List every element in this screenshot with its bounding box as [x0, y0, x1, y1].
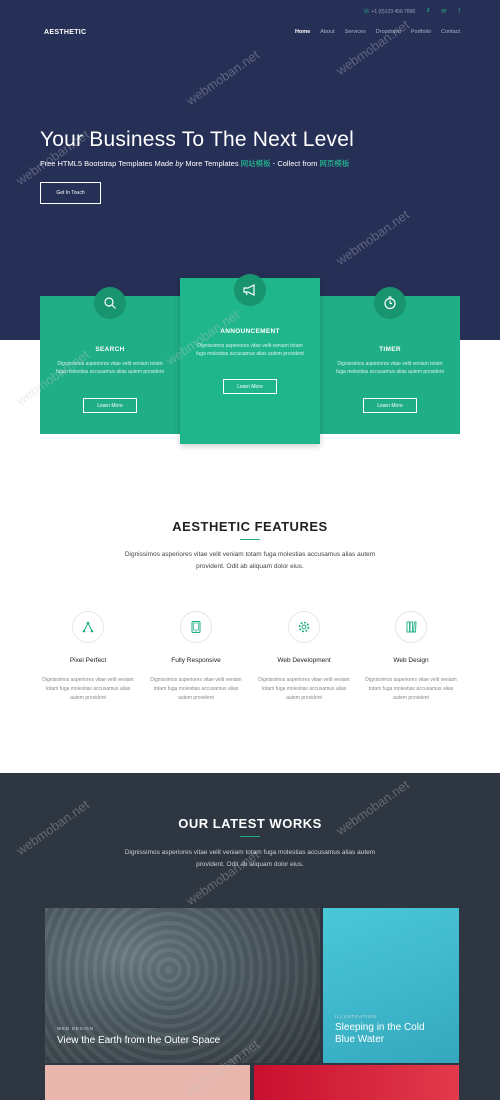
- nav-item-services[interactable]: Services: [345, 29, 366, 35]
- card-title: ANNOUNCEMENT: [220, 328, 280, 335]
- feature-name: Web Development: [277, 657, 331, 664]
- service-card-timer: TIMER Dignissimos asperiores vitae velit…: [320, 287, 460, 434]
- feature-web-development: Web Development Dignissimos asperiores v…: [254, 611, 354, 703]
- feature-description: Dignissimos asperiores vitae velit venia…: [365, 677, 457, 701]
- facebook-icon[interactable]: f: [458, 9, 460, 15]
- work-tile-pink[interactable]: [45, 1065, 250, 1100]
- phone-contact[interactable]: ☏ +1 (0)123 456 7890: [363, 8, 416, 15]
- feature-name: Web Design: [393, 657, 429, 664]
- card-body: Dignissimos asperiores vitae velit venia…: [336, 361, 444, 375]
- nav-item-home[interactable]: Home: [295, 29, 310, 35]
- email-icon[interactable]: ✉: [441, 8, 446, 15]
- gear-icon: [288, 611, 320, 643]
- feature-name: Fully Responsive: [171, 657, 221, 664]
- work-tile-red[interactable]: [254, 1065, 459, 1100]
- works-title: OUR LATEST WORKS: [178, 816, 322, 831]
- tablet-icon: [180, 611, 212, 643]
- navbar: AESTHETIC Home About Services Dropdown P…: [44, 26, 460, 38]
- feature-fully-responsive: Fully Responsive Dignissimos asperiores …: [146, 611, 246, 703]
- card-body: Dignissimos asperiores vitae velit venia…: [196, 343, 304, 357]
- vector-pen-icon: [72, 611, 104, 643]
- work-category: ILLUSTRATION: [335, 1014, 377, 1019]
- hero-subtitle-text: Free HTML5 Bootstrap Templates Made: [40, 159, 176, 168]
- nav-item-dropdown[interactable]: Dropdown: [376, 29, 401, 35]
- hero-subtitle-text-2: More Templates: [183, 159, 241, 168]
- service-card-announcement: ANNOUNCEMENT Dignissimos asperiores vita…: [180, 274, 320, 444]
- works-section: OUR LATEST WORKS Dignissimos asperiores …: [0, 773, 500, 1100]
- clock-icon: [374, 287, 406, 319]
- work-category: WEB DESIGN: [57, 1026, 94, 1031]
- palette-icon: [395, 611, 427, 643]
- nav-item-portfolio[interactable]: Portfolio: [411, 29, 431, 35]
- nav-item-about[interactable]: About: [320, 29, 334, 35]
- learn-more-button[interactable]: Learn More: [363, 398, 417, 413]
- phone-icon: ☏: [362, 9, 371, 15]
- works-title-underline: [240, 836, 260, 837]
- feature-name: Pixel Perfect: [69, 657, 107, 664]
- features-title-underline: [240, 539, 260, 540]
- megaphone-icon: [234, 274, 266, 306]
- feature-pixel-perfect: Pixel Perfect Dignissimos asperiores vit…: [38, 611, 138, 703]
- service-card-search: SEARCH Dignissimos asperiores vitae veli…: [40, 287, 180, 434]
- features-title: AESTHETIC FEATURES: [172, 519, 328, 534]
- learn-more-button[interactable]: Learn More: [83, 398, 137, 413]
- main-menu: Home About Services Dropdown Portfolio C…: [295, 29, 460, 35]
- hero-link-templates[interactable]: 网站模板: [241, 159, 271, 168]
- get-in-touch-button[interactable]: Get In Touch: [40, 182, 101, 204]
- features-description: Dignissimos asperiores vitae velit venia…: [124, 551, 376, 570]
- twitter-icon[interactable]: 𝒕: [427, 8, 429, 15]
- card-body: Dignissimos asperiores vitae velit venia…: [56, 361, 164, 375]
- hero-title: Your Business To The Next Level: [40, 128, 355, 151]
- work-title: Sleeping in the Cold Blue Water: [335, 1022, 425, 1045]
- card-title: SEARCH: [95, 346, 125, 353]
- feature-web-design: Web Design Dignissimos asperiores vitae …: [361, 611, 461, 703]
- work-tile-water[interactable]: ILLUSTRATION Sleeping in the Cold Blue W…: [323, 908, 459, 1063]
- site-logo[interactable]: AESTHETIC: [44, 29, 86, 36]
- work-tile-earth[interactable]: WEB DESIGN View the Earth from the Outer…: [45, 908, 320, 1063]
- feature-description: Dignissimos asperiores vitae velit venia…: [150, 677, 242, 701]
- hero-link-webpages[interactable]: 网页模板: [319, 159, 349, 168]
- phone-number: +1 (0)123 456 7890: [371, 9, 416, 15]
- nav-item-contact[interactable]: Contact: [441, 29, 460, 35]
- work-title: View the Earth from the Outer Space: [57, 1035, 221, 1046]
- feature-description: Dignissimos asperiores vitae velit venia…: [258, 677, 350, 701]
- topbar: ☏ +1 (0)123 456 7890 𝒕 ✉ f: [363, 8, 460, 15]
- hero-subtitle: Free HTML5 Bootstrap Templates Made by M…: [40, 158, 349, 169]
- search-icon: [94, 287, 126, 319]
- hero-subtitle-text-3: - Collect from: [270, 159, 320, 168]
- feature-description: Dignissimos asperiores vitae velit venia…: [42, 677, 134, 701]
- learn-more-button[interactable]: Learn More: [223, 379, 277, 394]
- card-title: TIMER: [379, 346, 401, 353]
- works-description: Dignissimos asperiores vitae velit venia…: [124, 849, 376, 868]
